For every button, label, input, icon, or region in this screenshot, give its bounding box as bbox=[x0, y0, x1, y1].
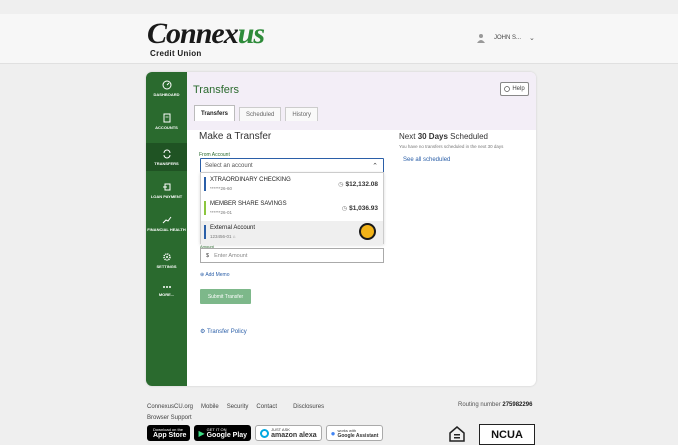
nav-settings-label: SETTINGS bbox=[156, 264, 177, 269]
chevron-down-icon: ⌄ bbox=[529, 35, 535, 42]
user-icon bbox=[477, 34, 485, 43]
nav-loan-payment[interactable]: LOAN PAYMENT bbox=[146, 182, 187, 199]
nav-accounts[interactable]: ACCOUNTS bbox=[146, 113, 187, 130]
top-bar: Connexus Credit Union JOHN S... ⌄ bbox=[0, 14, 678, 64]
app-frame: DASHBOARD ACCOUNTS TRANSFERS LOAN PAYMEN… bbox=[146, 72, 536, 386]
see-all-scheduled-link[interactable]: See all scheduled bbox=[403, 157, 450, 163]
footer-link[interactable]: Disclosures bbox=[293, 404, 324, 410]
select-placeholder: Select an account bbox=[205, 162, 253, 169]
account-option-checking[interactable]: XTRAORDINARY CHECKING ******26-60 ◷ $12,1… bbox=[201, 173, 383, 197]
amazon-alexa-badge[interactable]: JUST ASK amazon alexa bbox=[255, 425, 322, 441]
account-dropdown: XTRAORDINARY CHECKING ******26-60 ◷ $12,1… bbox=[200, 172, 384, 245]
ncua-logo: NCUA bbox=[479, 424, 535, 445]
nav-transfers-label: TRANSFERS bbox=[154, 161, 179, 166]
logo-text-2: us bbox=[237, 17, 265, 50]
footer-link[interactable]: Security bbox=[227, 404, 249, 410]
account-name: XTRAORDINARY CHECKING bbox=[210, 177, 291, 183]
policy-icon: ⚙ bbox=[200, 329, 206, 335]
from-account-select[interactable]: Select an account ⌃ bbox=[200, 158, 384, 173]
footer-link[interactable]: Mobile bbox=[201, 404, 219, 410]
browser-support-link[interactable]: Browser Support bbox=[147, 415, 192, 421]
logo-text-x: x bbox=[223, 17, 239, 50]
more-dots-icon bbox=[162, 286, 171, 288]
add-memo-link[interactable]: ⊕ Add Memo bbox=[200, 272, 230, 278]
chevron-up-icon: ⌃ bbox=[372, 163, 378, 170]
account-option-external[interactable]: External Account 123456-01 ⌂ bbox=[201, 221, 383, 245]
tab-scheduled[interactable]: Scheduled bbox=[239, 107, 282, 121]
play-icon: ▶ bbox=[198, 428, 205, 438]
app-badges: Download on the App Store ▶ GET IT ON Goog… bbox=[147, 425, 384, 441]
submit-transfer-button[interactable]: Submit Transfer bbox=[200, 289, 251, 304]
account-color-bar bbox=[204, 177, 206, 191]
account-option-savings[interactable]: MEMBER SHARE SAVINGS ******26-01 ◷ $1,036… bbox=[201, 197, 383, 221]
nav-dashboard-label: DASHBOARD bbox=[153, 92, 180, 97]
currency-symbol: $ bbox=[206, 252, 210, 259]
logo-subtitle: Credit Union bbox=[150, 49, 202, 58]
help-button[interactable]: Help bbox=[500, 82, 529, 96]
nav-accounts-label: ACCOUNTS bbox=[155, 125, 178, 130]
nav-dashboard[interactable]: DASHBOARD bbox=[146, 80, 187, 97]
account-name: External Account bbox=[210, 225, 256, 231]
account-number: 123456-01 ⌂ bbox=[210, 234, 236, 239]
nav-financial-health-label: FINANCIAL HEALTH bbox=[147, 227, 186, 232]
transfer-policy-link[interactable]: ⚙ Transfer Policy bbox=[200, 328, 247, 335]
account-color-bar bbox=[204, 225, 206, 239]
alexa-icon bbox=[260, 428, 270, 438]
gear-icon bbox=[162, 253, 171, 261]
main-content: Transfers Help Transfers Scheduled Histo… bbox=[187, 72, 536, 386]
help-label: Help bbox=[512, 86, 525, 92]
trend-icon bbox=[162, 216, 171, 224]
nav-loan-payment-label: LOAN PAYMENT bbox=[150, 194, 183, 199]
document-icon bbox=[163, 113, 170, 123]
nav-more-label: MORE... bbox=[158, 292, 175, 297]
scheduled-note: You have no transfers scheduled in the n… bbox=[399, 144, 504, 149]
bank-icon: ⌂ bbox=[232, 234, 236, 239]
tab-bar: Transfers Scheduled History bbox=[194, 105, 319, 121]
tab-history[interactable]: History bbox=[285, 107, 319, 121]
user-name: JOHN S... bbox=[494, 35, 522, 41]
google-play-badge[interactable]: ▶ GET IT ON Google Play bbox=[194, 425, 252, 441]
speedometer-icon bbox=[162, 80, 171, 90]
page-title: Transfers bbox=[193, 84, 240, 96]
account-balance: ◷ $12,132.08 bbox=[338, 181, 378, 188]
logo-text-1: Conne bbox=[147, 17, 225, 50]
nav-financial-health[interactable]: FINANCIAL HEALTH bbox=[146, 215, 187, 232]
help-icon bbox=[504, 86, 511, 92]
footer-links: ConnexusCU.org Mobile Security Contact D… bbox=[147, 404, 324, 410]
transfer-arrows-icon bbox=[163, 149, 170, 159]
scheduled-heading: Next 30 Days Scheduled bbox=[399, 132, 488, 141]
google-assistant-icon: ● bbox=[330, 428, 336, 438]
app-store-badge[interactable]: Download on the App Store bbox=[147, 425, 191, 441]
account-number: ******26-01 bbox=[210, 210, 233, 215]
amount-placeholder: Enter Amount bbox=[214, 252, 248, 259]
tab-transfers[interactable]: Transfers bbox=[194, 105, 236, 121]
clock-icon: ◷ bbox=[338, 182, 344, 188]
clock-icon: ◷ bbox=[341, 206, 348, 212]
form-heading: Make a Transfer bbox=[199, 131, 272, 142]
user-menu[interactable]: JOHN S... ⌄ bbox=[476, 33, 535, 43]
footer-link[interactable]: ConnexusCU.org bbox=[147, 404, 193, 410]
connexus-logo[interactable]: Connexus Credit Union bbox=[147, 17, 265, 63]
page-header: Transfers Help Transfers Scheduled Histo… bbox=[187, 72, 536, 130]
nav-settings[interactable]: SETTINGS bbox=[146, 252, 187, 269]
account-balance: ◷ $1,036.93 bbox=[341, 205, 378, 212]
account-name: MEMBER SHARE SAVINGS bbox=[210, 201, 287, 207]
footer-link[interactable]: Contact bbox=[256, 404, 277, 410]
google-assistant-badge[interactable]: ● works with Google Assistant bbox=[325, 425, 384, 441]
account-color-bar bbox=[204, 201, 206, 215]
nav-more[interactable]: MORE... bbox=[146, 284, 187, 297]
pointer-cursor-indicator bbox=[359, 223, 376, 240]
loan-payment-icon bbox=[162, 183, 170, 191]
nav-transfers[interactable]: TRANSFERS bbox=[146, 143, 187, 171]
routing-number: Routing number 275982296 bbox=[458, 402, 533, 408]
amount-input[interactable]: $ Enter Amount bbox=[200, 248, 384, 263]
equal-housing-icon bbox=[449, 426, 465, 442]
side-navigation: DASHBOARD ACCOUNTS TRANSFERS LOAN PAYMEN… bbox=[146, 72, 187, 386]
account-number: ******26-60 bbox=[210, 186, 233, 191]
